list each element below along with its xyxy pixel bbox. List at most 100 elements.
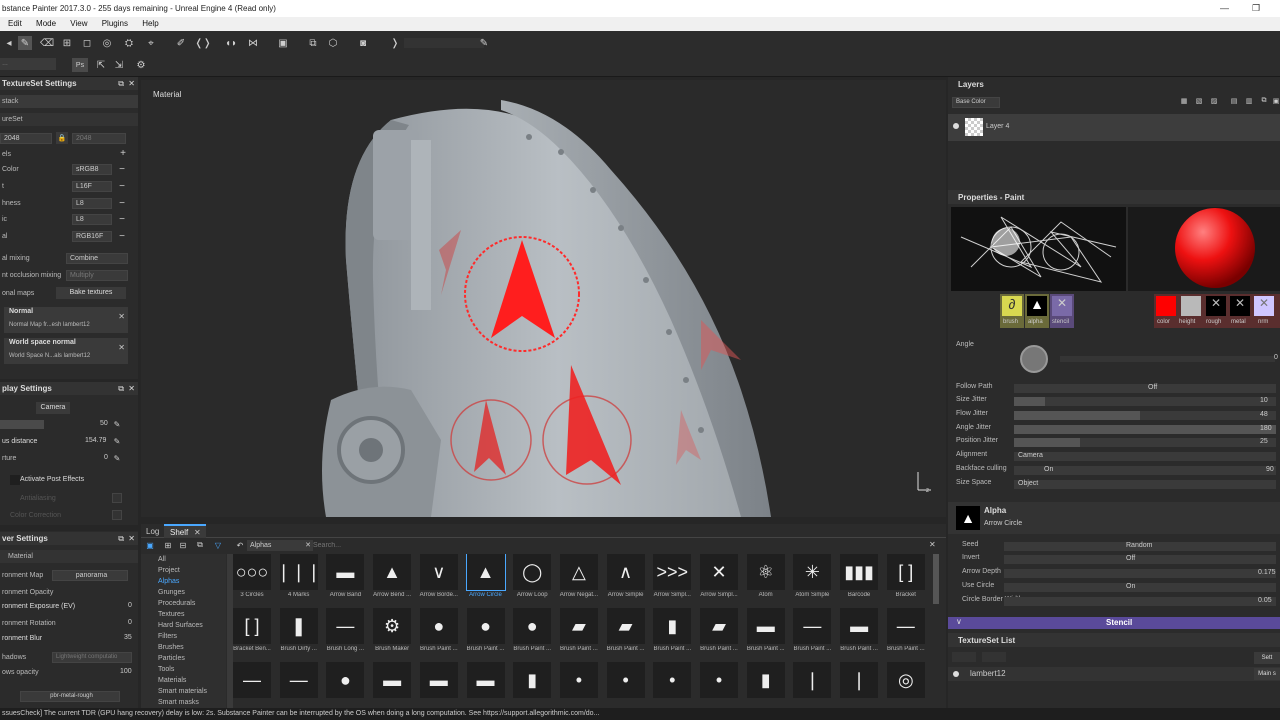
maximize-panel-icon[interactable]: ⧉: [118, 77, 124, 90]
height-chip[interactable]: [1181, 296, 1201, 316]
visibility-icon[interactable]: [953, 123, 959, 129]
alpha-prop-value[interactable]: Random: [1126, 542, 1152, 549]
settings-button[interactable]: Sett: [1254, 652, 1280, 664]
alpha-prop-slider[interactable]: [1004, 555, 1276, 564]
antialiasing-checkbox[interactable]: [112, 493, 122, 503]
nrm-chip[interactable]: ✕: [1254, 296, 1274, 316]
layout-icon[interactable]: ⧉: [195, 540, 205, 550]
shelf-item[interactable]: ❘: [836, 662, 882, 710]
format-dropdown[interactable]: sRGB8: [72, 164, 112, 175]
ao-mixing-dropdown[interactable]: Multiply: [66, 270, 128, 281]
view-split-icon[interactable]: ⧉: [306, 36, 320, 50]
pen-icon[interactable]: ✎: [477, 36, 491, 50]
rough-chip[interactable]: ✕: [1206, 296, 1226, 316]
alpha-prop-slider[interactable]: [1004, 569, 1276, 578]
stack-label[interactable]: stack: [0, 95, 138, 108]
paint-brush-icon[interactable]: ✎: [18, 36, 32, 50]
shelf-item[interactable]: •: [649, 662, 695, 710]
angle-value[interactable]: 0: [1274, 354, 1278, 361]
shelf-item[interactable]: ∧ Arrow Simple: [603, 554, 649, 602]
menu-view[interactable]: View: [70, 19, 87, 28]
tab-log[interactable]: Log: [146, 527, 159, 536]
shelf-item[interactable]: △ Arrow Negat...: [556, 554, 602, 602]
alpha-prop-value[interactable]: 0.05: [1258, 597, 1272, 604]
mirror-axis-icon[interactable]: ⋈: [246, 36, 260, 50]
prop-value[interactable]: 48: [1260, 411, 1268, 418]
layer-row[interactable]: Layer 4: [948, 114, 1280, 141]
category-item[interactable]: Alphas: [158, 578, 179, 585]
prop-value[interactable]: Object: [1018, 480, 1038, 487]
alpha-prop-value[interactable]: 0.175: [1258, 569, 1276, 576]
prop-value[interactable]: On: [1044, 466, 1053, 473]
tab-shelf[interactable]: Shelf ✕: [164, 524, 206, 538]
remove-channel-icon[interactable]: −: [117, 213, 127, 225]
shelf-item[interactable]: ○○○ 3 Circles: [229, 554, 275, 602]
shelf-item[interactable]: ● Brush Paint ...: [416, 608, 462, 656]
shader-dropdown[interactable]: pbr-metal-rough: [20, 691, 120, 702]
delete-layer-icon[interactable]: ▣: [1271, 96, 1280, 106]
add-fill-icon[interactable]: ▧: [1194, 96, 1204, 106]
size-dropdown[interactable]: 2048: [0, 133, 52, 144]
add-channel-icon[interactable]: +: [118, 148, 128, 159]
metal-chip[interactable]: ✕: [1230, 296, 1250, 316]
shelf-item[interactable]: ✕ Arrow Simpl...: [696, 554, 742, 602]
category-item[interactable]: Procedurals: [158, 600, 195, 607]
filter-chip[interactable]: Alphas ✕: [247, 540, 313, 551]
clone-icon[interactable]: ⛭: [122, 36, 136, 50]
angle-dial[interactable]: [1020, 345, 1048, 373]
shelf-item[interactable]: [ ] Bracket: [883, 554, 929, 602]
picker-icon[interactable]: ✐: [174, 36, 188, 50]
search-input[interactable]: [313, 540, 513, 551]
env-rotation-value[interactable]: 0: [128, 619, 132, 626]
share-icon[interactable]: ⇲: [112, 58, 126, 72]
camera-tab[interactable]: Camera: [36, 402, 70, 414]
symmetry-icon[interactable]: ❬❭: [195, 36, 212, 50]
shelf-item[interactable]: >>> Arrow Simpl...: [649, 554, 695, 602]
shelf-item[interactable]: —: [229, 662, 275, 710]
duplicate-icon[interactable]: ⧉: [1259, 96, 1269, 106]
export-icon[interactable]: ⇱: [94, 58, 108, 72]
prev-icon[interactable]: ◂: [2, 36, 16, 50]
prop-value[interactable]: 180: [1260, 425, 1272, 432]
close-icon[interactable]: ✕: [128, 77, 135, 90]
shelf-item[interactable]: ▬: [416, 662, 462, 710]
category-item[interactable]: Project: [158, 567, 180, 574]
alpha-thumbnail[interactable]: ▲: [956, 506, 980, 530]
stencil-section[interactable]: ∨ Stencil: [948, 617, 1280, 629]
close-icon[interactable]: ✕: [118, 343, 125, 352]
prop-value[interactable]: 10: [1260, 397, 1268, 404]
shelf-path-field[interactable]: …: [0, 58, 56, 70]
main-shader-button[interactable]: Main s: [1254, 668, 1280, 680]
add-folder-icon[interactable]: ▥: [1244, 96, 1254, 106]
photoshop-icon[interactable]: Ps: [72, 58, 88, 72]
category-item[interactable]: Brushes: [158, 644, 184, 651]
shelf-item[interactable]: ❚ Brush Dirty ...: [276, 608, 322, 656]
category-item[interactable]: Textures: [158, 611, 184, 618]
shelf-item[interactable]: ▮ Brush Paint ...: [649, 608, 695, 656]
prop-slider[interactable]: [1014, 411, 1276, 420]
minimize-icon[interactable]: —: [1220, 0, 1229, 17]
maximize-icon[interactable]: ❐: [1252, 0, 1260, 17]
settings-icon[interactable]: ⚙: [134, 58, 148, 72]
import-icon[interactable]: ⊟: [178, 540, 188, 550]
shelf-item[interactable]: ❘❘❘ 4 Marks: [276, 554, 322, 602]
list-filter-button[interactable]: [952, 652, 976, 662]
shelf-item[interactable]: ●: [322, 662, 368, 710]
color-chip[interactable]: [1156, 296, 1176, 316]
category-item[interactable]: Grunges: [158, 589, 185, 596]
shelf-item[interactable]: ● Brush Paint ...: [509, 608, 555, 656]
add-effect-icon[interactable]: ▤: [1229, 96, 1239, 106]
category-item[interactable]: Materials: [158, 677, 186, 684]
shelf-item[interactable]: ▬ Brush Paint ...: [836, 608, 882, 656]
category-item[interactable]: Hard Surfaces: [158, 622, 203, 629]
shelf-item[interactable]: ▰ Brush Paint ...: [556, 608, 602, 656]
edit-icon[interactable]: ✎: [112, 419, 122, 429]
prop-slider[interactable]: [1014, 397, 1276, 406]
texture-set-row[interactable]: lambert12 Main s: [948, 667, 1280, 681]
shelf-item[interactable]: ◯ Arrow Loop: [509, 554, 555, 602]
maximize-panel-icon[interactable]: ⧉: [118, 532, 124, 545]
arrow-icon[interactable]: ❭: [388, 36, 402, 50]
edit-icon[interactable]: ✎: [112, 436, 122, 446]
view-3d-icon[interactable]: ⬡: [326, 36, 340, 50]
map-slot-normal[interactable]: Normal Normal Map fr...esh lambert12 ✕: [4, 307, 128, 333]
